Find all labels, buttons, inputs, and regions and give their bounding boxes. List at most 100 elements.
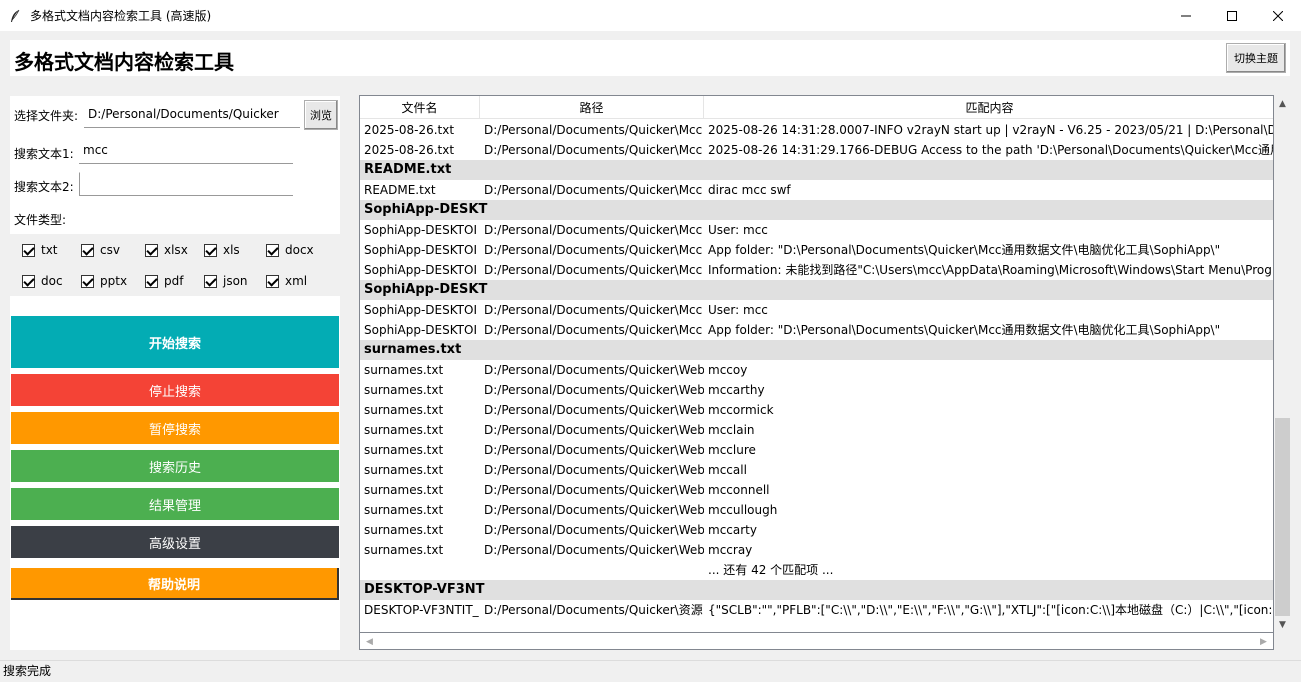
pause-search-button[interactable]: 暂停搜索	[11, 412, 339, 444]
column-match[interactable]: 匹配内容	[704, 96, 1273, 119]
checkbox-docx[interactable]: docx	[266, 243, 314, 257]
group-header-row[interactable]: SophiApp-DESKT	[360, 200, 1273, 220]
checkbox-xml[interactable]: xml	[266, 274, 307, 288]
checkbox-checked-icon	[204, 243, 217, 257]
search-text-1-label: 搜索文本1:	[14, 147, 74, 161]
table-row[interactable]: SophiApp-DESKTOI D:/Personal/Documents/Qu…	[360, 320, 1273, 340]
table-row[interactable]: surnames.txt D:/Personal/Documents/Quicke…	[360, 520, 1273, 540]
search-text-2-input[interactable]	[79, 172, 293, 196]
scrollbar-thumb[interactable]	[1275, 418, 1290, 616]
table-row[interactable]: surnames.txt D:/Personal/Documents/Quicke…	[360, 440, 1273, 460]
table-row[interactable]: surnames.txt D:/Personal/Documents/Quicke…	[360, 380, 1273, 400]
cell-match: mcconnell	[708, 483, 770, 497]
results-table: 文件名 路径 匹配内容 2025-08-26.txt D:/Personal/Do…	[359, 95, 1274, 633]
cell-filename: SophiApp-DESKTOI	[364, 263, 477, 277]
search-text-2-label: 搜索文本2:	[14, 180, 74, 194]
table-row[interactable]: 2025-08-26.txt D:/Personal/Documents/Quic…	[360, 140, 1274, 160]
cell-match: App folder: "D:\Personal\Documents\Quick…	[708, 323, 1221, 337]
close-button[interactable]	[1255, 0, 1301, 31]
cell-match: {"SCLB":"","PFLB":["C:\\","D:\\","E:\\",…	[708, 603, 1274, 617]
group-header-row[interactable]: DESKTOP-VF3NT	[360, 580, 1273, 600]
checkbox-txt[interactable]: txt	[22, 243, 58, 257]
status-bar: 搜索完成	[0, 660, 1301, 682]
table-row[interactable]: surnames.txt D:/Personal/Documents/Quicke…	[360, 460, 1273, 480]
table-row[interactable]: SophiApp-DESKTOI D:/Personal/Documents/Qu…	[360, 260, 1273, 280]
table-row[interactable]: surnames.txt D:/Personal/Documents/Quicke…	[360, 420, 1273, 440]
checkbox-json[interactable]: json	[204, 274, 248, 288]
help-button[interactable]: 帮助说明	[11, 568, 339, 600]
switch-theme-button[interactable]: 切换主题	[1226, 43, 1286, 73]
checkbox-xlsx[interactable]: xlsx	[145, 243, 188, 257]
table-row[interactable]: SophiApp-DESKTOI D:/Personal/Documents/Qu…	[360, 220, 1273, 240]
stop-search-button[interactable]: 停止搜索	[11, 374, 339, 406]
cell-path: D:/Personal/Documents/Quicker\Web	[484, 423, 704, 437]
group-label: surnames.txt	[364, 342, 462, 357]
cell-filename: surnames.txt	[364, 483, 444, 497]
table-row[interactable]: DESKTOP-VF3NTIT_ D:/Personal/Documents/Qu…	[360, 600, 1274, 620]
cell-path: D:/Personal/Documents/Quicker\Mcc	[484, 323, 703, 337]
checkbox-pdf[interactable]: pdf	[145, 274, 183, 288]
cell-path: D:/Personal/Documents/Quicker\资源	[484, 603, 703, 617]
column-path[interactable]: 路径	[480, 96, 704, 119]
minimize-button[interactable]	[1163, 0, 1209, 31]
cell-path: D:/Personal/Documents/Quicker\Mcc	[484, 183, 703, 197]
advanced-settings-button[interactable]: 高级设置	[11, 526, 339, 558]
cell-path: D:/Personal/Documents/Quicker\Mcc	[484, 263, 703, 277]
cell-match: mccoy	[708, 363, 748, 377]
table-row[interactable]: surnames.txt D:/Personal/Documents/Quicke…	[360, 360, 1273, 380]
checkbox-checked-icon	[22, 243, 35, 257]
cell-match: mccray	[708, 543, 753, 557]
horizontal-scrollbar[interactable]: ◀ ▶	[359, 633, 1274, 650]
checkbox-checked-icon	[81, 243, 94, 257]
search-text-1-input[interactable]: mcc	[79, 140, 293, 164]
checkbox-checked-icon	[266, 243, 279, 257]
group-header-row[interactable]: README.txt	[360, 160, 1273, 180]
cell-filename: surnames.txt	[364, 523, 444, 537]
cell-path: D:/Personal/Documents/Quicker\Mcc	[484, 243, 703, 257]
group-label: SophiApp-DESKT	[364, 202, 488, 217]
checkbox-csv[interactable]: csv	[81, 243, 120, 257]
cell-path: D:/Personal/Documents/Quicker\Web	[484, 543, 704, 557]
scroll-down-icon[interactable]: ▼	[1274, 616, 1291, 633]
search-history-button[interactable]: 搜索历史	[11, 450, 339, 482]
scroll-up-icon[interactable]: ▲	[1274, 95, 1291, 112]
search-form: 选择文件夹: D:/Personal/Documents/Quicker 浏览 …	[10, 96, 340, 234]
action-panel: 开始搜索 停止搜索 暂停搜索 搜索历史 结果管理 高级设置 帮助说明	[10, 296, 340, 650]
group-label: README.txt	[364, 162, 452, 177]
cell-match: mccarty	[708, 523, 757, 537]
scroll-left-icon[interactable]: ◀	[361, 634, 378, 649]
checkbox-pptx[interactable]: pptx	[81, 274, 127, 288]
table-row[interactable]: surnames.txt D:/Personal/Documents/Quicke…	[360, 480, 1273, 500]
table-row[interactable]: surnames.txt D:/Personal/Documents/Quicke…	[360, 500, 1273, 520]
table-row[interactable]: surnames.txt D:/Personal/Documents/Quicke…	[360, 400, 1273, 420]
cell-path: D:/Personal/Documents/Quicker\Web	[484, 443, 704, 457]
more-matches-row[interactable]: ... 还有 42 个匹配项 ...	[360, 560, 1273, 580]
scroll-right-icon[interactable]: ▶	[1255, 634, 1272, 649]
browse-button[interactable]: 浏览	[304, 100, 338, 130]
cell-filename: DESKTOP-VF3NTIT_	[364, 603, 479, 617]
maximize-button[interactable]	[1209, 0, 1255, 31]
start-search-button[interactable]: 开始搜索	[11, 316, 339, 368]
table-row[interactable]: surnames.txt D:/Personal/Documents/Quicke…	[360, 540, 1273, 560]
column-filename[interactable]: 文件名	[360, 96, 480, 119]
group-header-row[interactable]: surnames.txt	[360, 340, 1273, 360]
vertical-scrollbar[interactable]: ▲ ▼	[1274, 95, 1291, 633]
cell-path: D:/Personal/Documents/Quicker\Web	[484, 383, 704, 397]
checkbox-doc[interactable]: doc	[22, 274, 63, 288]
checkbox-xls[interactable]: xls	[204, 243, 240, 257]
title-bar: 多格式文档内容检索工具 (高速版)	[0, 0, 1301, 31]
table-row[interactable]: SophiApp-DESKTOI D:/Personal/Documents/Qu…	[360, 240, 1273, 260]
page-title: 多格式文档内容检索工具	[14, 50, 234, 74]
folder-input[interactable]: D:/Personal/Documents/Quicker	[84, 104, 300, 128]
result-management-button[interactable]: 结果管理	[11, 488, 339, 520]
table-row[interactable]: SophiApp-DESKTOI D:/Personal/Documents/Qu…	[360, 300, 1273, 320]
cell-path: D:/Personal/Documents/Quicker\Mcc	[484, 143, 703, 157]
table-row[interactable]: 2025-08-26.txt D:/Personal/Documents/Quic…	[360, 120, 1273, 140]
group-header-row[interactable]: SophiApp-DESKT	[360, 280, 1273, 300]
cell-match: mccarthy	[708, 383, 765, 397]
cell-filename: surnames.txt	[364, 423, 444, 437]
cell-match: 2025-08-26 14:31:29.1766-DEBUG Access to…	[708, 143, 1274, 157]
header: 多格式文档内容检索工具 切换主题	[10, 40, 1290, 76]
table-row[interactable]: README.txt D:/Personal/Documents/Quicker\…	[360, 180, 1273, 200]
checkbox-checked-icon	[204, 274, 217, 288]
